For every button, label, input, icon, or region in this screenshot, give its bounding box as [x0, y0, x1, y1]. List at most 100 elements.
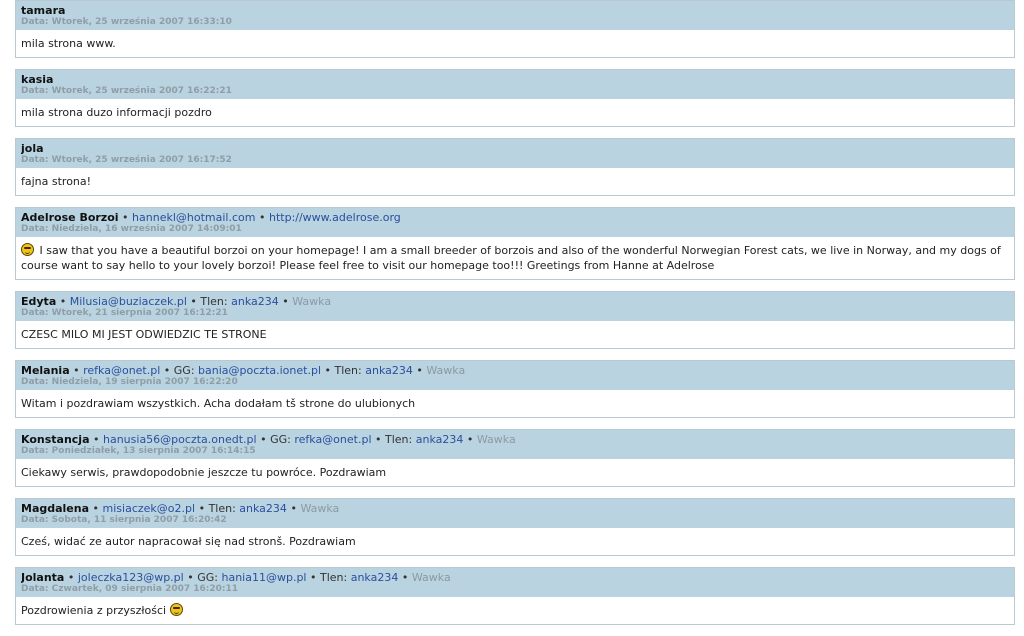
- tlen-link[interactable]: anka234: [416, 433, 464, 446]
- separator: •: [67, 571, 75, 584]
- email-link[interactable]: hanusia56@poczta.onedt.pl: [103, 433, 257, 446]
- entry-text: Witam i pozdrawiam wszystkich. Acha doda…: [21, 397, 416, 410]
- entry-date: Sobota, 11 sierpnia 2007 16:20:42: [51, 515, 227, 525]
- separator: •: [187, 571, 194, 584]
- separator: •: [466, 433, 474, 446]
- guestbook-entry: kasia Data: Wtorek, 25 września 2007 16:2…: [15, 69, 1015, 127]
- entry-meta: kasia: [21, 73, 1009, 86]
- tlen-link[interactable]: anka234: [351, 571, 399, 584]
- city-text: Wawka: [292, 295, 332, 308]
- email-link[interactable]: Milusia@buziaczek.pl: [70, 295, 187, 308]
- entry-date-line: Data: Niedziela, 16 września 2007 14:09:…: [21, 224, 1009, 235]
- entry-meta: Edyta • Milusia@buziaczek.pl • Tlen: ank…: [21, 295, 1009, 308]
- city-text: Wawka: [411, 571, 451, 584]
- entry-body: Ciekawy serwis, prawdopodobnie jeszcze t…: [16, 459, 1014, 486]
- gg-link[interactable]: refka@onet.pl: [294, 433, 371, 446]
- gg-label: GG:: [197, 571, 218, 584]
- gg-label: GG:: [173, 364, 195, 377]
- entry-meta: Jolanta • joleczka123@wp.pl • GG: hania1…: [21, 571, 1009, 584]
- entry-date-line: Data: Wtorek, 25 września 2007 16:22:21: [21, 86, 1009, 97]
- author-name: Edyta: [21, 295, 57, 308]
- entry-date-line: Data: Niedziela, 19 sierpnia 2007 16:22:…: [21, 377, 1009, 388]
- entry-header: Magdalena • misiaczek@o2.pl • Tlen: anka…: [16, 499, 1014, 528]
- date-label: Data:: [21, 17, 49, 27]
- entry-meta: jola: [21, 142, 1009, 155]
- entry-header: Konstancja • hanusia56@poczta.onedt.pl •…: [16, 430, 1014, 459]
- separator: •: [290, 502, 297, 515]
- city-text: Wawka: [426, 364, 466, 377]
- guestbook-entry: Melania • refka@onet.pl • GG: bania@pocz…: [15, 360, 1015, 418]
- guestbook-list: tamara Data: Wtorek, 25 września 2007 16:…: [15, 0, 1015, 636]
- entry-text: Ciekawy serwis, prawdopodobnie jeszcze t…: [21, 466, 387, 479]
- guestbook-entry: Magdalena • misiaczek@o2.pl • Tlen: anka…: [15, 498, 1015, 556]
- entry-text: fajna strona!: [21, 175, 92, 188]
- guestbook-entry: Konstancja • hanusia56@poczta.onedt.pl •…: [15, 429, 1015, 487]
- entry-text: Pozdrowienia z przyszłości: [21, 604, 167, 617]
- date-label: Data:: [21, 584, 49, 594]
- separator: •: [198, 502, 206, 515]
- entry-date-line: Data: Wtorek, 25 września 2007 16:33:10: [21, 17, 1009, 28]
- entry-body: CZESC MILO MI JEST ODWIEDZIC TE STRONE: [16, 321, 1014, 348]
- tlen-link[interactable]: anka234: [231, 295, 279, 308]
- entry-date: Wtorek, 21 sierpnia 2007 16:12:21: [51, 308, 228, 318]
- author-name: Melania: [21, 364, 70, 377]
- email-link[interactable]: misiaczek@o2.pl: [103, 502, 196, 515]
- entry-body: I saw that you have a beautiful borzoi o…: [16, 237, 1014, 279]
- entry-body: mila strona duzo informacji pozdro: [16, 99, 1014, 126]
- separator: •: [375, 433, 382, 446]
- entry-header: Edyta • Milusia@buziaczek.pl • Tlen: ank…: [16, 292, 1014, 321]
- author-name: Adelrose Borzoi: [21, 211, 119, 224]
- separator: •: [93, 433, 100, 446]
- tlen-link[interactable]: anka234: [365, 364, 413, 377]
- entry-body: Witam i pozdrawiam wszystkich. Acha doda…: [16, 390, 1014, 417]
- entry-header: Adelrose Borzoi • hannekl@hotmail.com • …: [16, 208, 1014, 237]
- entry-body: Pozdrowienia z przyszłości: [16, 597, 1014, 624]
- tlen-label: Tlen:: [334, 364, 362, 377]
- gg-label: GG:: [270, 433, 291, 446]
- entry-body: fajna strona!: [16, 168, 1014, 195]
- entry-header: Melania • refka@onet.pl • GG: bania@pocz…: [16, 361, 1014, 390]
- entry-date: Niedziela, 16 września 2007 14:09:01: [51, 224, 242, 234]
- author-name: kasia: [21, 73, 54, 86]
- separator: •: [401, 571, 409, 584]
- date-label: Data:: [21, 155, 49, 165]
- separator: •: [416, 364, 423, 377]
- entry-text: CZESC MILO MI JEST ODWIEDZIC TE STRONE: [21, 328, 267, 341]
- gg-link[interactable]: hania11@wp.pl: [221, 571, 306, 584]
- separator: •: [163, 364, 171, 377]
- tlen-label: Tlen:: [319, 571, 348, 584]
- entry-date-line: Data: Wtorek, 21 sierpnia 2007 16:12:21: [21, 308, 1009, 319]
- guestbook-entry: Edyta • Milusia@buziaczek.pl • Tlen: ank…: [15, 291, 1015, 349]
- smiley-icon: [21, 243, 34, 256]
- separator: •: [309, 571, 317, 584]
- date-label: Data:: [21, 86, 49, 96]
- date-label: Data:: [21, 224, 49, 234]
- entry-text: mila strona duzo informacji pozdro: [21, 106, 212, 119]
- entry-meta: Konstancja • hanusia56@poczta.onedt.pl •…: [21, 433, 1009, 446]
- entry-date: Wtorek, 25 września 2007 16:22:21: [51, 86, 232, 96]
- tlen-link[interactable]: anka234: [239, 502, 287, 515]
- gg-link[interactable]: bania@poczta.ionet.pl: [198, 364, 321, 377]
- date-label: Data:: [21, 377, 49, 387]
- separator: •: [258, 211, 266, 224]
- tlen-label: Tlen:: [385, 433, 413, 446]
- author-name: Magdalena: [21, 502, 90, 515]
- entry-header: kasia Data: Wtorek, 25 września 2007 16:2…: [16, 70, 1014, 99]
- date-label: Data:: [21, 515, 49, 525]
- entry-date: Niedziela, 19 sierpnia 2007 16:22:20: [51, 377, 238, 387]
- email-link[interactable]: hannekl@hotmail.com: [132, 211, 255, 224]
- email-link[interactable]: joleczka123@wp.pl: [78, 571, 184, 584]
- entry-meta: tamara: [21, 4, 1009, 17]
- city-text: Wawka: [476, 433, 516, 446]
- entry-meta: Melania • refka@onet.pl • GG: bania@pocz…: [21, 364, 1009, 377]
- separator: •: [122, 211, 129, 224]
- website-link[interactable]: http://www.adelrose.org: [269, 211, 401, 224]
- separator: •: [190, 295, 197, 308]
- separator: •: [282, 295, 289, 308]
- email-link[interactable]: refka@onet.pl: [83, 364, 160, 377]
- entry-date-line: Data: Sobota, 11 sierpnia 2007 16:20:42: [21, 515, 1009, 526]
- entry-date: Wtorek, 25 września 2007 16:33:10: [51, 17, 232, 27]
- author-name: Konstancja: [21, 433, 90, 446]
- entry-date: Poniedziałek, 13 sierpnia 2007 16:14:15: [51, 446, 256, 456]
- entry-date: Czwartek, 09 sierpnia 2007 16:20:11: [51, 584, 239, 594]
